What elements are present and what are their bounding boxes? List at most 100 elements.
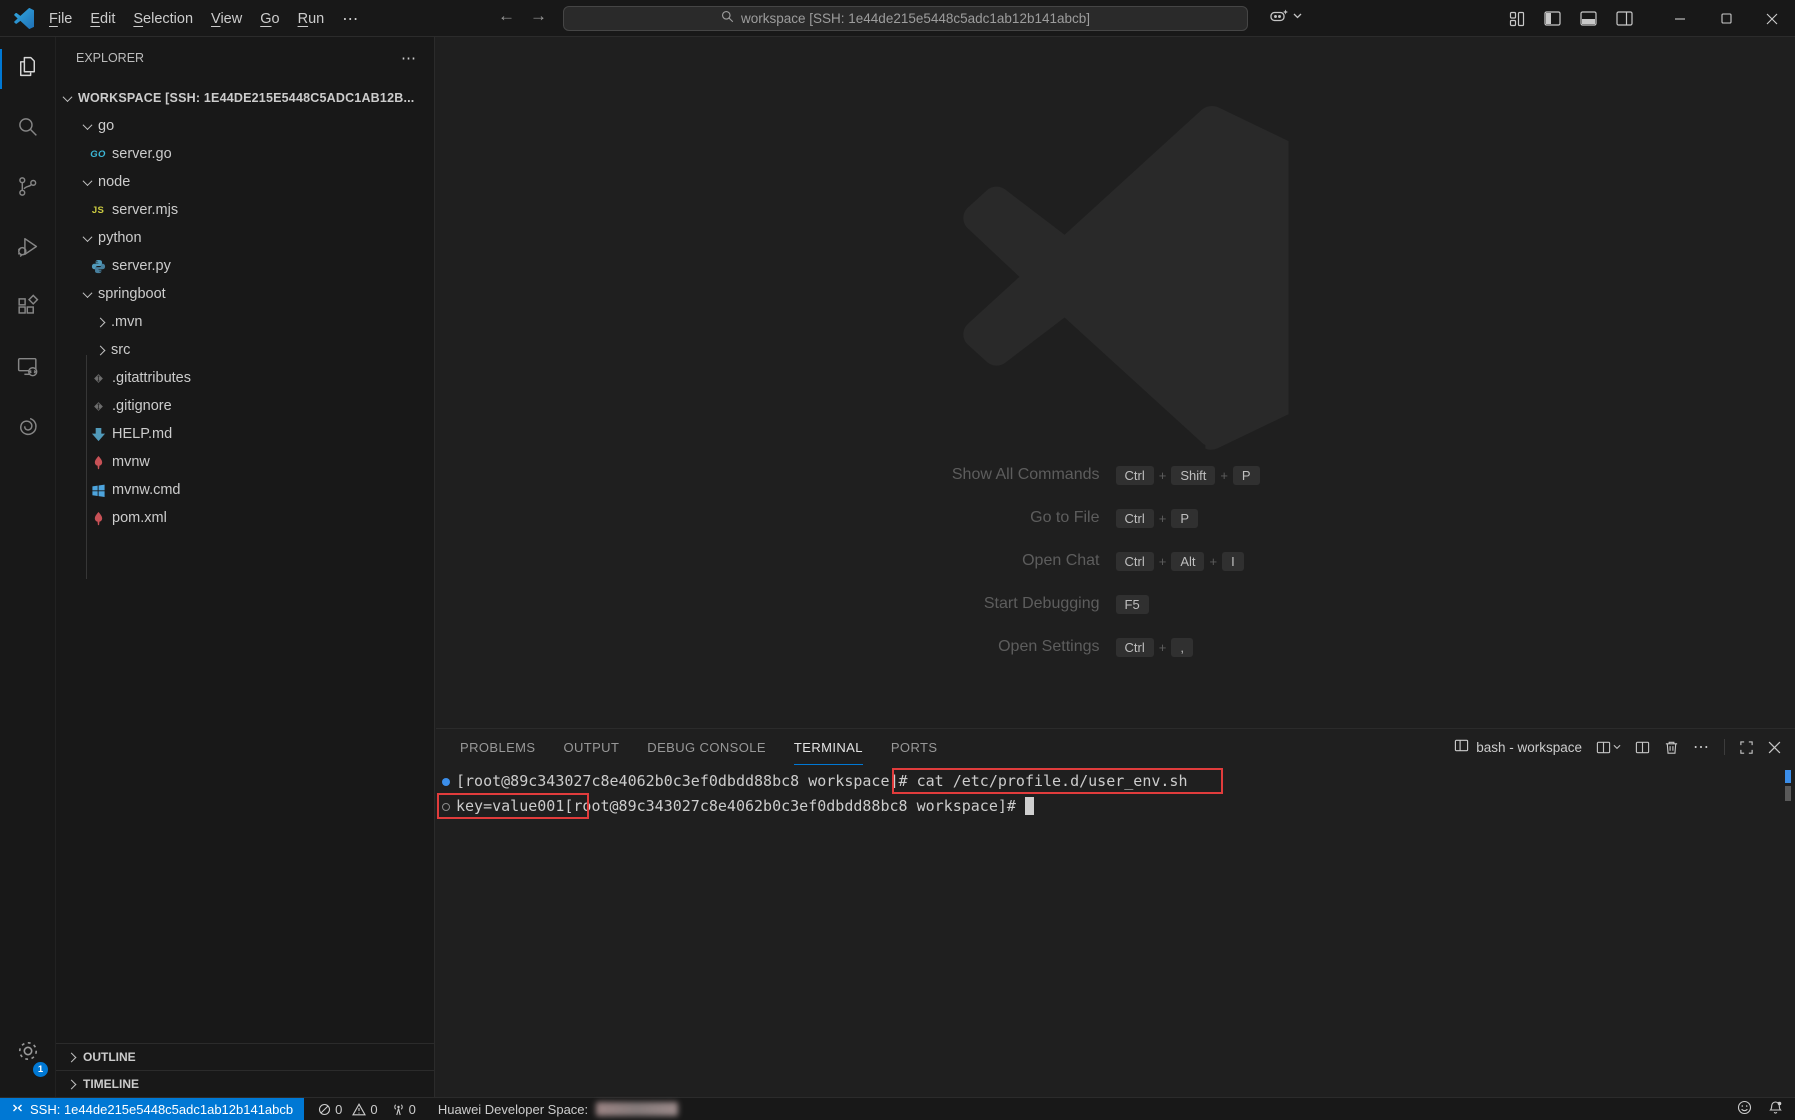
close-panel-icon[interactable] (1768, 741, 1781, 754)
titlebar: File Edit Selection View Go Run ⋯ ← → wo… (0, 0, 1795, 37)
tree-file-help-md[interactable]: HELP.md (56, 420, 434, 448)
tree-file-mvnw[interactable]: mvnw (56, 448, 434, 476)
close-window-button[interactable] (1749, 0, 1795, 37)
minimize-button[interactable] (1657, 0, 1703, 37)
tab-debug-console[interactable]: DEBUG CONSOLE (647, 729, 766, 765)
tree-file-server-mjs[interactable]: JS server.mjs (56, 196, 434, 224)
remote-indicator[interactable]: SSH: 1e44de215e5448c5adc1ab12b141abcb (0, 1098, 305, 1120)
menu-view[interactable]: View (202, 8, 251, 30)
back-icon[interactable]: ← (498, 6, 515, 26)
tree-file-gitattributes[interactable]: .gitattributes (56, 364, 434, 392)
editor-watermark-area: Show All Commands Ctrl + Shift + P Go to Fil… (436, 37, 1795, 728)
panel-header: PROBLEMS OUTPUT DEBUG CONSOLE TERMINAL P… (436, 729, 1795, 765)
tree-folder-src[interactable]: src (56, 336, 434, 364)
ports-indicator[interactable]: 0 (392, 1102, 416, 1117)
huawei-developer-space-item[interactable]: Huawei Developer Space: (438, 1102, 679, 1117)
menu-file[interactable]: File (40, 8, 81, 30)
keycap: Ctrl (1115, 551, 1154, 571)
menu-more-icon[interactable]: ⋯ (333, 6, 368, 32)
keycap: , (1171, 637, 1193, 657)
toggle-secondary-sidebar-icon[interactable] (1616, 11, 1633, 26)
radio-tower-icon (392, 1103, 405, 1116)
chevron-down-icon (82, 119, 93, 130)
source-control-icon (15, 174, 40, 204)
tree-file-server-py[interactable]: server.py (56, 252, 434, 280)
maximize-button[interactable] (1703, 0, 1749, 37)
keycap: Ctrl (1115, 508, 1154, 528)
notifications-bell-icon[interactable] (1768, 1100, 1783, 1118)
terminal-line: key=value001[root@89c343027c8e4062b0c3ef… (456, 794, 1795, 819)
command-center-text: workspace [SSH: 1e44de215e5448c5adc1ab12… (740, 11, 1091, 26)
keycap: Alt (1171, 551, 1205, 571)
tree-folder-springboot[interactable]: springboot (56, 280, 434, 308)
kill-terminal-icon[interactable] (1664, 740, 1679, 755)
command-center[interactable]: workspace [SSH: 1e44de215e5448c5adc1ab12… (563, 6, 1248, 31)
javascript-file-icon: JS (91, 204, 105, 216)
remote-icon (11, 1102, 24, 1117)
editor-group: Show All Commands Ctrl + Shift + P Go to Fil… (436, 37, 1795, 1097)
tab-terminal[interactable]: TERMINAL (793, 729, 863, 765)
chevron-down-icon (62, 91, 73, 102)
windows-file-icon (90, 482, 106, 498)
timeline-section[interactable]: TIMELINE (56, 1070, 434, 1097)
split-terminal-button[interactable] (1596, 740, 1621, 755)
tree-file-pom-xml[interactable]: pom.xml (56, 504, 434, 532)
tree-folder-go[interactable]: go (56, 112, 434, 140)
new-terminal-split-icon[interactable] (1635, 740, 1650, 755)
tree-file-mvnw-cmd[interactable]: mvnw.cmd (56, 476, 434, 504)
scrollbar-decoration (1785, 770, 1791, 783)
customize-layout-icon[interactable] (1509, 11, 1525, 27)
maven-file-icon (90, 510, 106, 526)
vscode-logo-icon (13, 8, 34, 29)
activity-extensions[interactable] (0, 283, 55, 335)
outline-section[interactable]: OUTLINE (56, 1043, 434, 1070)
settings-badge: 1 (33, 1062, 48, 1077)
forward-icon[interactable]: → (530, 6, 547, 26)
toggle-panel-icon[interactable] (1580, 11, 1597, 26)
menu-run[interactable]: Run (289, 8, 334, 30)
activity-huawei-cloud[interactable] (0, 403, 55, 455)
maximize-panel-icon[interactable] (1739, 740, 1754, 755)
titlebar-left: File Edit Selection View Go Run ⋯ (0, 0, 368, 37)
menu-edit[interactable]: Edit (81, 8, 124, 30)
explorer-more-actions-icon[interactable]: ⋯ (401, 49, 416, 67)
toggle-primary-sidebar-icon[interactable] (1544, 11, 1561, 26)
menu-selection[interactable]: Selection (124, 8, 202, 30)
menu-go[interactable]: Go (251, 8, 288, 30)
activity-explorer[interactable] (0, 43, 55, 95)
terminal-scrollbar[interactable] (1785, 786, 1791, 801)
panel-actions: bash - workspace ⋯ (1454, 737, 1781, 757)
file-tree: WORKSPACE [SSH: 1E44DE215E5448C5ADC1AB12… (56, 84, 434, 579)
shortcut-row: Open Settings Ctrl +, (436, 634, 1795, 660)
vscode-watermark-logo (943, 105, 1302, 455)
tab-output[interactable]: OUTPUT (563, 729, 619, 765)
keycap: P (1232, 465, 1260, 485)
tree-file-server-go[interactable]: GO server.go (56, 140, 434, 168)
tree-folder-mvn[interactable]: .mvn (56, 308, 434, 336)
menubar: File Edit Selection View Go Run ⋯ (40, 6, 368, 32)
panel-more-actions-icon[interactable]: ⋯ (1693, 737, 1710, 757)
feedback-smiley-icon[interactable] (1737, 1100, 1752, 1118)
shortcut-row: Open Chat Ctrl + Alt + I (436, 548, 1795, 574)
tree-folder-node[interactable]: node (56, 168, 434, 196)
terminal-instance-selector[interactable]: bash - workspace (1454, 738, 1582, 756)
layout-controls (1509, 11, 1633, 27)
shortcut-row: Show All Commands Ctrl + Shift + P (436, 462, 1795, 488)
problems-indicator[interactable]: 0 0 (318, 1102, 378, 1117)
activity-source-control[interactable] (0, 163, 55, 215)
titlebar-right (1509, 0, 1795, 37)
chevron-down-icon (82, 175, 93, 186)
copilot-icon[interactable] (1270, 8, 1302, 23)
tree-workspace-root[interactable]: WORKSPACE [SSH: 1E44DE215E5448C5ADC1AB12… (56, 84, 434, 112)
tree-file-gitignore[interactable]: .gitignore (56, 392, 434, 420)
tab-problems[interactable]: PROBLEMS (460, 729, 535, 765)
activity-remote-explorer[interactable] (0, 343, 55, 395)
activity-run-debug[interactable] (0, 223, 55, 275)
keycap: Shift (1171, 465, 1216, 485)
activity-settings[interactable]: 1 (0, 1027, 55, 1079)
terminal[interactable]: [root@89c343027c8e4062b0c3ef0dbdd88bc8 w… (436, 765, 1795, 1094)
activity-search[interactable] (0, 103, 55, 155)
tab-ports[interactable]: PORTS (891, 729, 938, 765)
chevron-right-icon (95, 317, 106, 327)
tree-folder-python[interactable]: python (56, 224, 434, 252)
